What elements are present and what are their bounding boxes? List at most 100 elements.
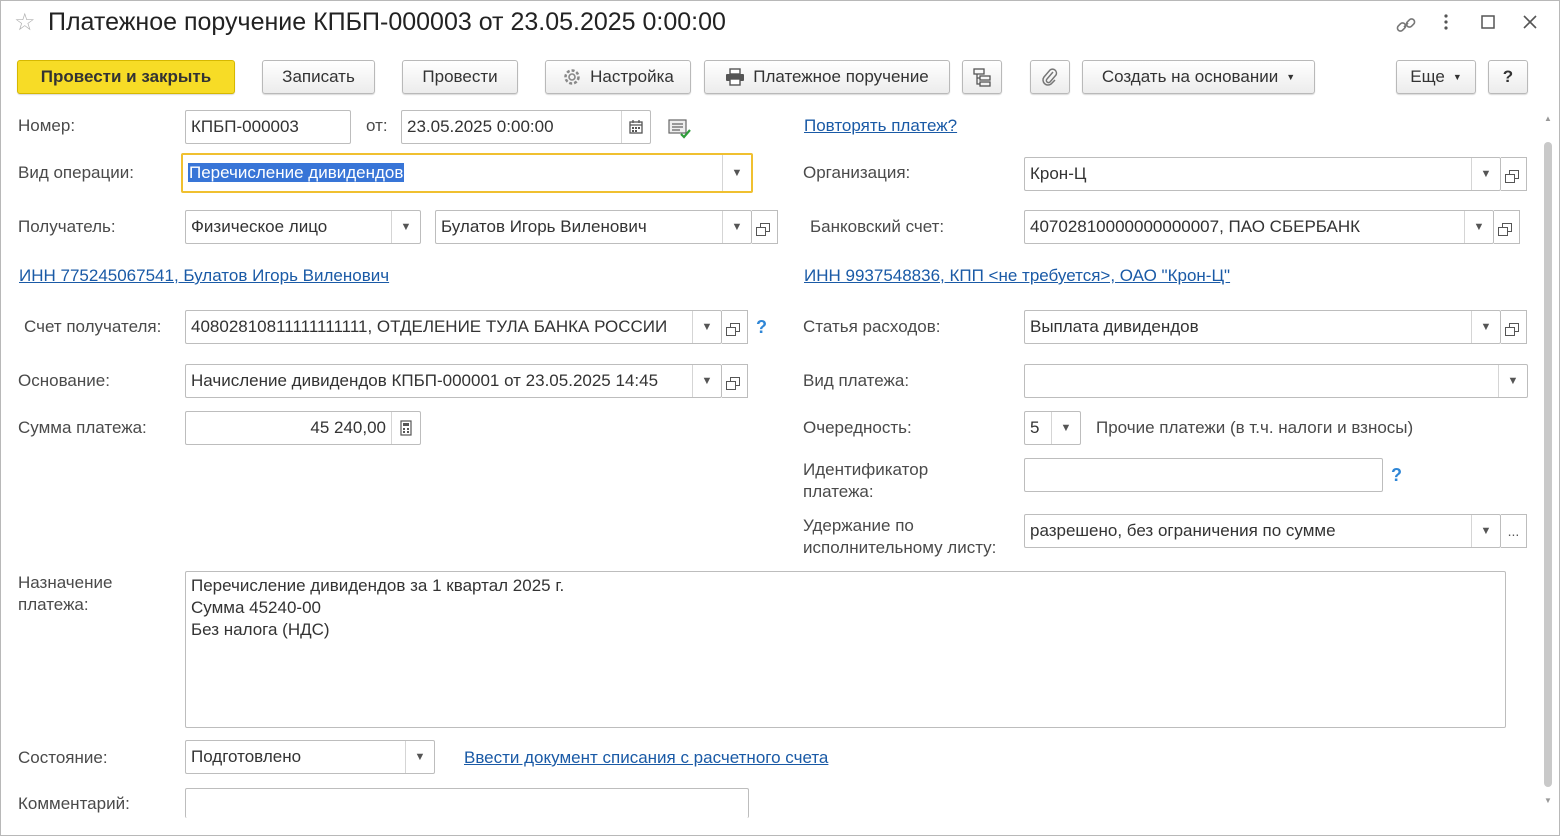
recipient-account-value: 40802810811111111111, ОТДЕЛЕНИЕ ТУЛА БАН… bbox=[191, 317, 668, 336]
organization-field[interactable]: Крон-Ц ▼ bbox=[1024, 157, 1501, 191]
priority-field[interactable]: 5 ▼ bbox=[1024, 411, 1081, 445]
create-based-on-button[interactable]: Создать на основании ▼ bbox=[1082, 60, 1315, 94]
ellipsis-icon[interactable]: ... bbox=[1501, 514, 1527, 548]
chevron-down-icon[interactable]: ▼ bbox=[722, 211, 751, 243]
number-label: Номер: bbox=[18, 116, 76, 135]
purpose-label: Назначение платежа: bbox=[18, 573, 113, 614]
chevron-down-icon[interactable]: ▼ bbox=[405, 741, 434, 773]
expense-item-field[interactable]: Выплата дивидендов ▼ bbox=[1024, 310, 1501, 344]
help-question-icon[interactable]: ? bbox=[1391, 465, 1402, 486]
link-icon[interactable] bbox=[1394, 14, 1418, 38]
date-field[interactable]: 23.05.2025 0:00:00 bbox=[401, 110, 651, 144]
post-and-close-label: Провести и закрыть bbox=[40, 67, 212, 86]
expense-item-label: Статья расходов: bbox=[803, 317, 941, 336]
chevron-down-icon[interactable]: ▼ bbox=[1464, 211, 1493, 243]
bank-account-value: 40702810000000000007, ПАО СБЕРБАНК bbox=[1030, 217, 1361, 236]
more-vertical-icon[interactable] bbox=[1434, 12, 1458, 36]
amount-field[interactable]: 45 240,00 bbox=[185, 411, 421, 445]
save-label: Записать bbox=[282, 67, 355, 86]
repeat-payment-link[interactable]: Повторять платеж? bbox=[804, 116, 957, 136]
hierarchy-icon bbox=[973, 68, 991, 87]
open-expense-item-icon[interactable] bbox=[1501, 310, 1527, 344]
open-recipient-icon[interactable] bbox=[752, 210, 778, 244]
priority-description: Прочие платежи (в т.ч. налоги и взносы) bbox=[1096, 418, 1414, 437]
payment-type-field[interactable]: ▼ bbox=[1024, 364, 1528, 398]
chevron-down-icon[interactable]: ▼ bbox=[722, 155, 751, 191]
basis-value: Начисление дивидендов КПБП-000001 от 23.… bbox=[191, 371, 659, 390]
open-bank-account-icon[interactable] bbox=[1494, 210, 1520, 244]
more-label: Еще bbox=[1410, 67, 1445, 86]
purpose-line: Сумма 45240-00 bbox=[191, 598, 321, 617]
open-organization-icon[interactable] bbox=[1501, 157, 1527, 191]
from-label: от: bbox=[366, 116, 388, 135]
more-button[interactable]: Еще ▼ bbox=[1396, 60, 1476, 94]
chevron-down-icon[interactable]: ▼ bbox=[1471, 515, 1500, 547]
withholding-label: Удержание по исполнительному листу: bbox=[803, 516, 997, 557]
operation-type-field[interactable]: Перечисление дивидендов ▼ bbox=[181, 153, 753, 193]
scrollbar-thumb[interactable] bbox=[1544, 142, 1552, 787]
writeoff-document-link[interactable]: Ввести документ списания с расчетного сч… bbox=[464, 748, 828, 768]
payment-id-field[interactable] bbox=[1024, 458, 1383, 492]
structure-button[interactable] bbox=[962, 60, 1002, 94]
basis-label: Основание: bbox=[18, 371, 110, 390]
maximize-icon[interactable] bbox=[1476, 12, 1500, 36]
open-basis-icon[interactable] bbox=[722, 364, 748, 398]
post-button[interactable]: Провести bbox=[402, 60, 518, 94]
bank-account-label: Банковский счет: bbox=[810, 217, 945, 236]
printer-icon bbox=[726, 68, 745, 86]
chevron-down-icon[interactable]: ▼ bbox=[391, 211, 420, 243]
close-icon[interactable] bbox=[1518, 12, 1542, 36]
comment-field[interactable] bbox=[185, 788, 749, 818]
print-payment-order-label: Платежное поручение bbox=[753, 67, 929, 86]
chevron-down-icon[interactable]: ▼ bbox=[1051, 412, 1080, 444]
number-value: КПБП-000003 bbox=[191, 117, 299, 136]
organization-label: Организация: bbox=[803, 163, 911, 182]
page-title: Платежное поручение КПБП-000003 от 23.05… bbox=[48, 8, 726, 36]
attach-button[interactable] bbox=[1030, 60, 1070, 94]
settings-button[interactable]: Настройка bbox=[545, 60, 691, 94]
chevron-down-icon[interactable]: ▼ bbox=[1471, 311, 1500, 343]
calculator-icon[interactable] bbox=[391, 412, 420, 444]
print-payment-order-button[interactable]: Платежное поручение bbox=[704, 60, 950, 94]
purpose-textarea[interactable]: Перечисление дивидендов за 1 квартал 202… bbox=[185, 571, 1506, 728]
amount-label: Сумма платежа: bbox=[18, 418, 147, 437]
document-check-icon[interactable] bbox=[668, 118, 692, 145]
payment-type-label: Вид платежа: bbox=[803, 371, 910, 390]
comment-label: Комментарий: bbox=[18, 794, 130, 813]
calendar-icon[interactable] bbox=[621, 111, 650, 143]
recipient-account-field[interactable]: 40802810811111111111, ОТДЕЛЕНИЕ ТУЛА БАН… bbox=[185, 310, 722, 344]
help-question-icon[interactable]: ? bbox=[756, 317, 767, 338]
bank-account-field[interactable]: 40702810000000000007, ПАО СБЕРБАНК ▼ bbox=[1024, 210, 1494, 244]
help-button[interactable]: ? bbox=[1488, 60, 1528, 94]
post-and-close-button[interactable]: Провести и закрыть bbox=[17, 60, 235, 94]
amount-value: 45 240,00 bbox=[310, 418, 386, 437]
gear-icon bbox=[564, 69, 580, 85]
recipient-name-field[interactable]: Булатов Игорь Виленович ▼ bbox=[435, 210, 752, 244]
chevron-down-icon[interactable]: ▼ bbox=[692, 365, 721, 397]
status-label: Состояние: bbox=[18, 748, 108, 767]
status-field[interactable]: Подготовлено ▼ bbox=[185, 740, 435, 774]
chevron-down-icon[interactable]: ▼ bbox=[1471, 158, 1500, 190]
favorite-star-icon[interactable]: ☆ bbox=[14, 10, 40, 36]
help-label: ? bbox=[1502, 67, 1514, 86]
recipient-inn-link[interactable]: ИНН 775245067541, Булатов Игорь Виленови… bbox=[19, 266, 389, 286]
recipient-type-value: Физическое лицо bbox=[191, 217, 328, 236]
vertical-scrollbar[interactable]: ▲ ▼ bbox=[1542, 112, 1554, 808]
date-value: 23.05.2025 0:00:00 bbox=[407, 117, 554, 136]
purpose-line: Без налога (НДС) bbox=[191, 620, 330, 639]
scroll-up-icon[interactable]: ▲ bbox=[1544, 114, 1552, 123]
operation-type-label: Вид операции: bbox=[18, 163, 134, 182]
post-label: Провести bbox=[422, 67, 498, 86]
number-field[interactable]: КПБП-000003 bbox=[185, 110, 351, 144]
basis-field[interactable]: Начисление дивидендов КПБП-000001 от 23.… bbox=[185, 364, 722, 398]
organization-inn-link[interactable]: ИНН 9937548836, КПП <не требуется>, ОАО … bbox=[804, 266, 1230, 286]
scroll-down-icon[interactable]: ▼ bbox=[1544, 796, 1552, 805]
save-button[interactable]: Записать bbox=[262, 60, 375, 94]
chevron-down-icon[interactable]: ▼ bbox=[692, 311, 721, 343]
settings-label: Настройка bbox=[590, 67, 674, 86]
recipient-type-field[interactable]: Физическое лицо ▼ bbox=[185, 210, 421, 244]
operation-type-value: Перечисление дивидендов bbox=[188, 163, 405, 182]
open-recipient-account-icon[interactable] bbox=[722, 310, 748, 344]
chevron-down-icon[interactable]: ▼ bbox=[1498, 365, 1527, 397]
withholding-field[interactable]: разрешено, без ограничения по сумме ▼ bbox=[1024, 514, 1501, 548]
